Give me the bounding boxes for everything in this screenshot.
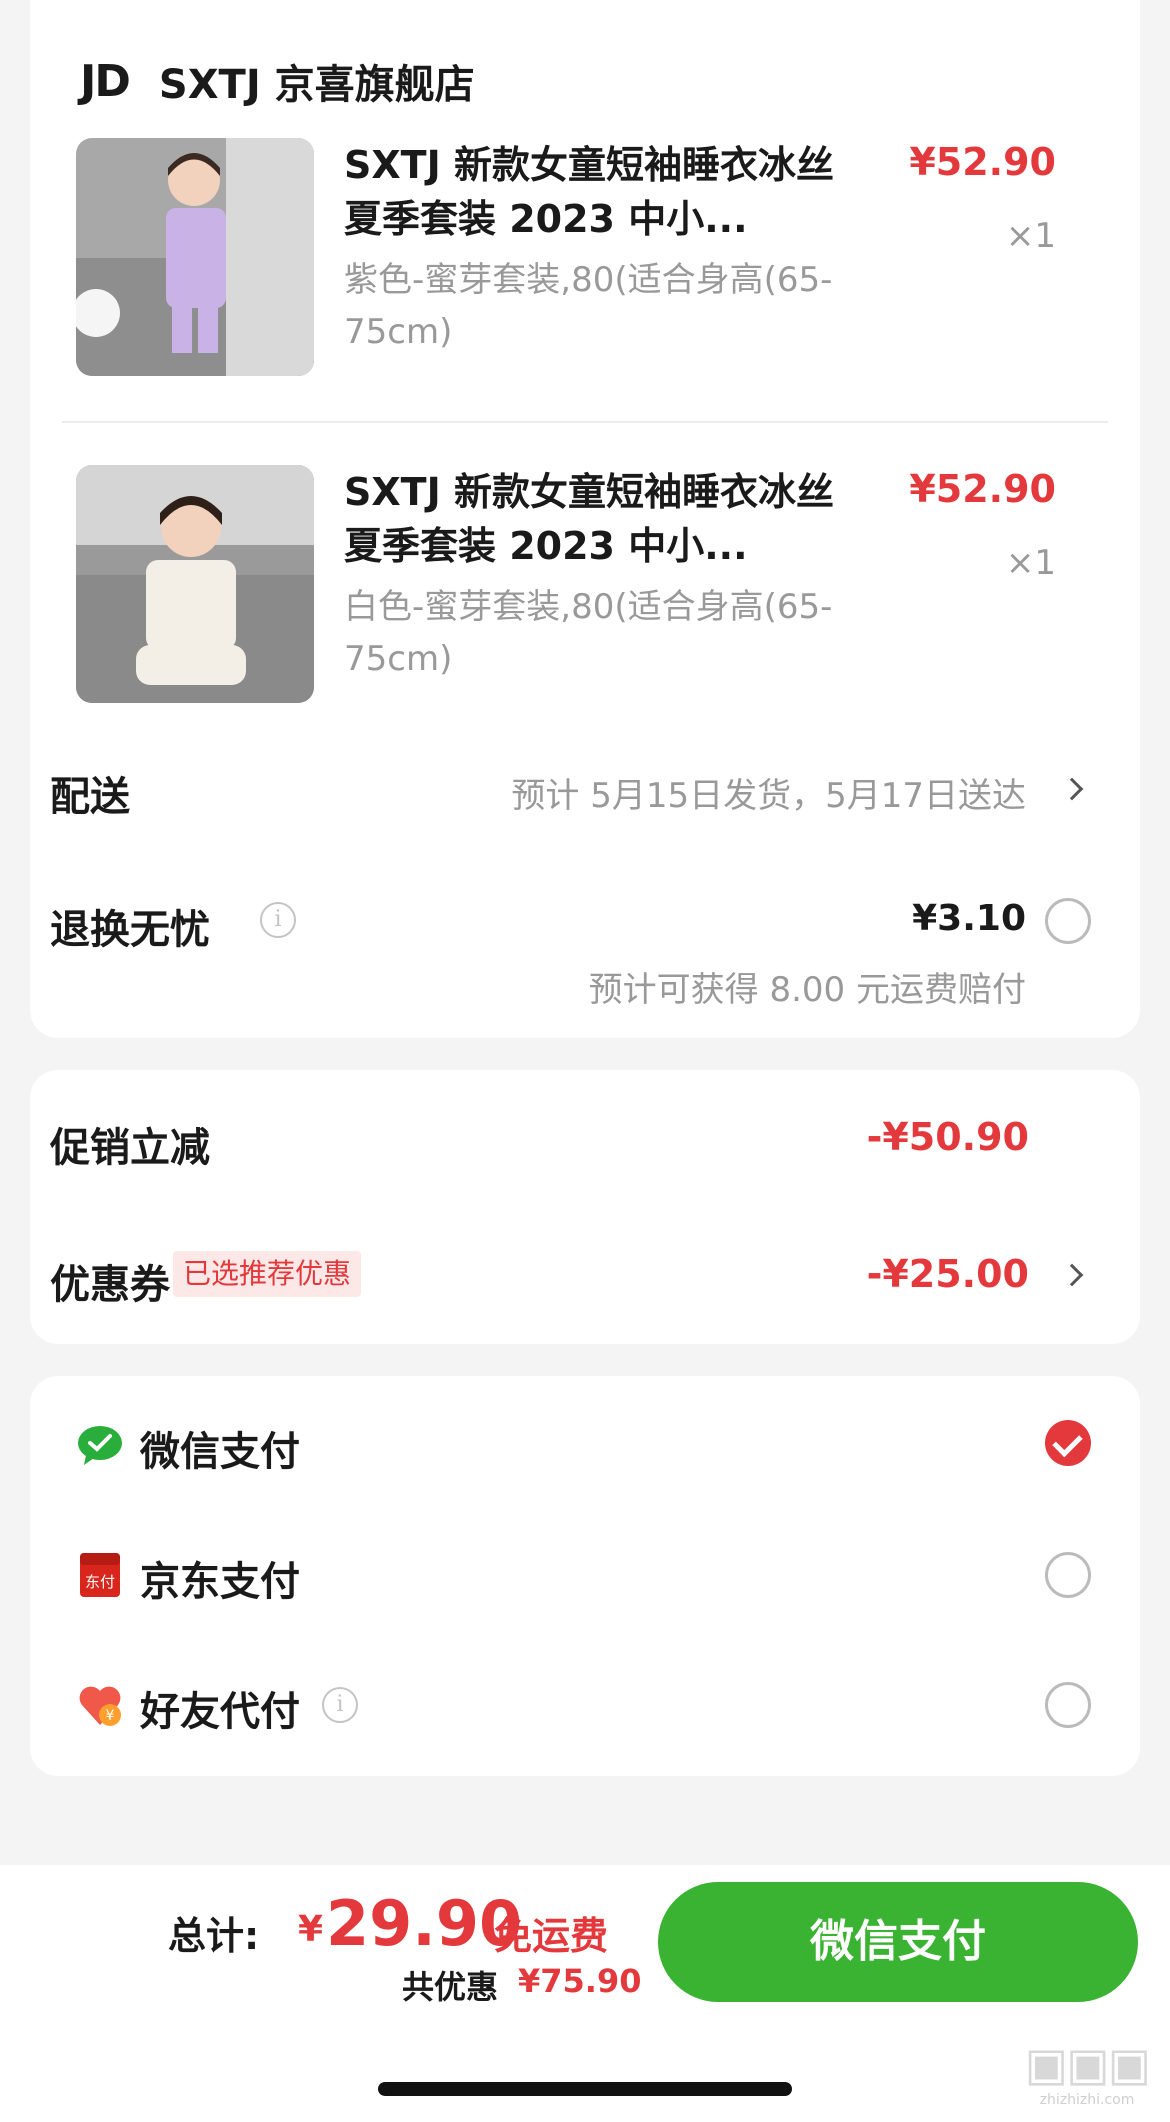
product-quantity: ×1 bbox=[1005, 543, 1056, 583]
return-insurance-note: 预计可获得 8.00 元运费赔付 bbox=[588, 970, 1026, 1010]
promo-amount: -¥50.90 bbox=[866, 1115, 1029, 1159]
payment-label: 京东支付 bbox=[140, 1559, 300, 1605]
info-icon[interactable]: i bbox=[260, 902, 296, 938]
product-image[interactable] bbox=[76, 465, 314, 703]
divider bbox=[62, 421, 1108, 423]
product-spec: 紫色-蜜芽套装,80(适合身高(65-75cm) bbox=[344, 260, 833, 352]
jd-logo: JD bbox=[80, 55, 131, 107]
free-shipping-label: 免运费 bbox=[494, 1914, 609, 1958]
watermark-text: zhizhizhi.com bbox=[1039, 2092, 1135, 2108]
coupon-label: 优惠券 bbox=[50, 1262, 170, 1308]
total-label: 总计: bbox=[168, 1914, 260, 1958]
watermark-logo-icon: ▣▣▣ bbox=[1024, 2037, 1151, 2091]
product-title: SXTJ 新款女童短袖睡衣冰丝夏季套装 2023 中小... bbox=[344, 470, 834, 568]
product-price: ¥52.90 bbox=[909, 140, 1056, 184]
product-quantity: ×1 bbox=[1005, 216, 1056, 256]
discount-card bbox=[30, 1070, 1140, 1344]
store-name: SXTJ 京喜旗舰店 bbox=[158, 62, 475, 108]
svg-text:¥: ¥ bbox=[106, 1708, 115, 1724]
payment-label: 好友代付 bbox=[140, 1689, 300, 1735]
order-card: JD SXTJ 京喜旗舰店 SXTJ 新款女童短袖睡衣冰丝夏季套装 2023 中… bbox=[30, 0, 1140, 1038]
saved-amount: ¥75.90 bbox=[518, 1962, 642, 2000]
payment-radio[interactable] bbox=[1045, 1682, 1091, 1728]
wechat-pay-icon bbox=[78, 1426, 122, 1465]
product-spec: 白色-蜜芽套装,80(适合身高(65-75cm) bbox=[344, 587, 833, 679]
total-currency: ¥ bbox=[298, 1909, 324, 1950]
total-amount: 29.90 bbox=[326, 1887, 523, 1960]
jd-pay-icon: 东付 bbox=[80, 1553, 120, 1597]
friend-pay-icon: ¥ bbox=[79, 1686, 121, 1726]
store-header[interactable]: JD SXTJ 京喜旗舰店 bbox=[80, 52, 475, 110]
delivery-estimate: 预计 5月15日发货，5月17日送达 bbox=[511, 776, 1026, 816]
info-icon[interactable]: i bbox=[322, 1687, 358, 1723]
product-price: ¥52.90 bbox=[909, 467, 1056, 511]
home-indicator[interactable] bbox=[378, 2082, 792, 2096]
return-insurance-price: ¥3.10 bbox=[912, 898, 1026, 939]
watermark: ▣▣▣ zhizhizhi.com bbox=[1012, 2036, 1162, 2116]
coupon-amount: -¥25.00 bbox=[866, 1252, 1029, 1296]
svg-text:东付: 东付 bbox=[85, 1573, 115, 1591]
promo-label: 促销立减 bbox=[50, 1125, 210, 1171]
product-title: SXTJ 新款女童短袖睡衣冰丝夏季套装 2023 中小... bbox=[344, 143, 834, 241]
return-insurance-radio[interactable] bbox=[1045, 898, 1091, 944]
delivery-label: 配送 bbox=[50, 774, 130, 820]
coupon-badge: 已选推荐优惠 bbox=[173, 1251, 362, 1297]
saved-label: 共优惠 bbox=[402, 1968, 499, 2006]
payment-radio-checked[interactable] bbox=[1045, 1420, 1091, 1466]
product-item[interactable]: SXTJ 新款女童短袖睡衣冰丝夏季套装 2023 中小... 紫色-蜜芽套装,8… bbox=[76, 138, 1106, 378]
product-item[interactable]: SXTJ 新款女童短袖睡衣冰丝夏季套装 2023 中小... 白色-蜜芽套装,8… bbox=[76, 465, 1106, 705]
return-insurance-label: 退换无忧 bbox=[50, 907, 210, 953]
payment-radio[interactable] bbox=[1045, 1552, 1091, 1598]
payment-label: 微信支付 bbox=[140, 1429, 300, 1475]
product-image[interactable] bbox=[76, 138, 314, 376]
pay-button[interactable]: 微信支付 bbox=[658, 1882, 1138, 2002]
